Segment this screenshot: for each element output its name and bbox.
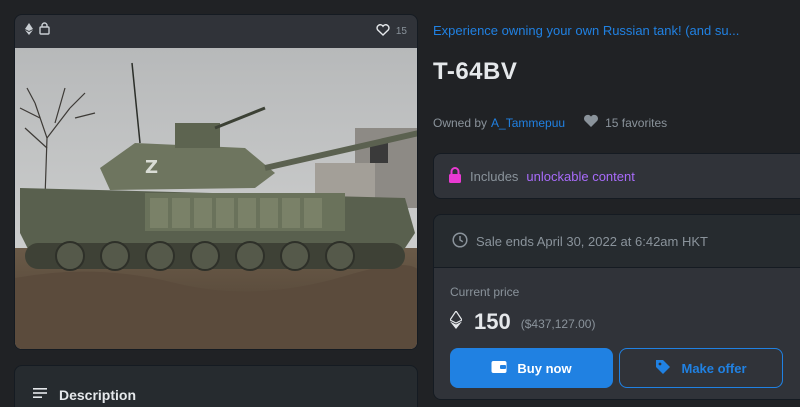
price-row: 150 ($437,127.00): [449, 309, 800, 335]
favorite-count: 15: [395, 25, 407, 37]
collection-link[interactable]: Experience owning your own Russian tank!…: [433, 23, 783, 38]
unlockable-content-banner: Includes unlockable content: [433, 153, 800, 199]
buy-now-button[interactable]: Buy now: [450, 348, 613, 388]
sale-panel: Sale ends April 30, 2022 at 6:42am HKT C…: [433, 214, 800, 400]
owned-by-label: Owned by: [433, 115, 488, 130]
ethereum-icon: [25, 22, 33, 40]
owner-row: Owned by A_Tammepuu 15 favorites: [433, 114, 667, 131]
item-image-card: 15 Z: [14, 14, 418, 350]
lock-icon: [448, 166, 462, 186]
chain-icons: [25, 22, 50, 40]
wallet-icon: [491, 360, 507, 377]
lock-icon: [39, 22, 50, 40]
price-eth: 150: [474, 309, 511, 334]
description-label: Description: [59, 387, 137, 403]
price-section: Current price 150 ($437,127.00) Buy now …: [434, 268, 800, 399]
favorite-button[interactable]: 15: [376, 23, 407, 39]
sale-end-row: Sale ends April 30, 2022 at 6:42am HKT: [434, 215, 800, 268]
action-buttons: Buy now Make offer: [450, 348, 800, 388]
ethereum-icon: [449, 309, 463, 334]
tank-image[interactable]: Z: [15, 48, 418, 350]
heart-icon: [376, 23, 390, 39]
svg-text:Z: Z: [145, 157, 158, 178]
image-card-header: 15: [15, 15, 417, 47]
sale-end-text: Sale ends April 30, 2022 at 6:42am HKT: [476, 233, 708, 249]
favorites-count-text: 15 favorites: [605, 115, 668, 130]
current-price-label: Current price: [450, 285, 520, 299]
favorites-info: 15 favorites: [583, 114, 667, 131]
description-panel-toggle[interactable]: Description: [14, 365, 418, 407]
item-title: T-64BV: [433, 58, 518, 85]
buy-now-label: Buy now: [517, 360, 572, 376]
heart-icon: [583, 114, 599, 131]
menu-icon: [33, 386, 47, 404]
make-offer-button[interactable]: Make offer: [619, 348, 783, 388]
unlockable-content-link[interactable]: unlockable content: [526, 169, 634, 184]
price-usd: ($437,127.00): [520, 317, 596, 331]
tag-icon: [655, 359, 671, 378]
owner-link[interactable]: A_Tammepuu: [491, 116, 565, 130]
make-offer-label: Make offer: [681, 360, 747, 376]
clock-icon: [452, 231, 468, 251]
unlockable-prefix: Includes: [470, 168, 519, 184]
